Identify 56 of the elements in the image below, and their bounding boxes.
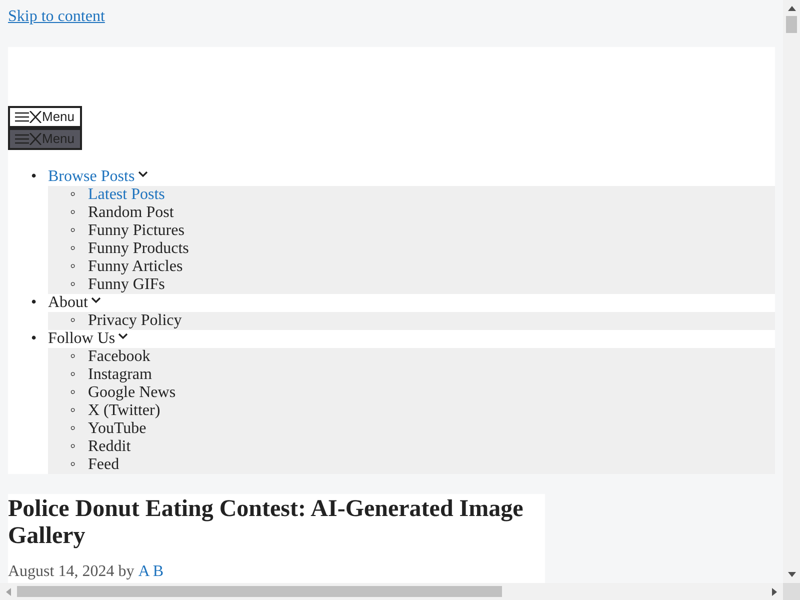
submenu-link[interactable]: Latest Posts [88,186,165,203]
submenu-link[interactable]: X (Twitter) [88,402,160,419]
chevron-down-icon [138,170,148,178]
post-date: August 14, 2024 [8,562,114,582]
bullet: ◦ [70,456,76,474]
submenu-link[interactable]: Funny Products [88,240,189,257]
bullet: • [31,330,37,348]
submenu-link[interactable]: Feed [88,456,120,473]
scrollbar-thumb[interactable] [786,16,797,33]
article-title: Police Donut Eating Contest: AI-Generated Image Gallery [8,496,524,550]
submenu-link[interactable]: Random Post [88,204,174,221]
bullet: ◦ [70,366,76,384]
chevron-down-icon [91,296,101,304]
bullet: • [31,168,37,186]
submenu-link[interactable]: Privacy Policy [88,312,182,329]
submenu-link[interactable]: Funny Articles [88,258,183,275]
bullet: ◦ [70,420,76,438]
menu-icon [15,111,29,123]
scroll-down-icon [788,572,796,577]
bullet: • [31,294,37,312]
bullet: ◦ [70,276,76,294]
scrollbar-thumb[interactable] [17,586,502,597]
submenu-link[interactable]: YouTube [88,420,146,437]
byline-label: by [118,562,134,582]
submenu-link[interactable]: Instagram [88,366,152,383]
submenu-link[interactable]: Reddit [88,438,131,455]
bullet: ◦ [70,348,76,366]
nav-link[interactable]: Follow Us [48,330,128,348]
nav-link[interactable]: About [48,294,101,312]
scrollbar-corner [783,583,800,600]
scroll-up-icon [788,6,796,11]
vertical-scrollbar[interactable] [783,0,800,583]
menu-button[interactable]: Menu [8,106,82,128]
bullet: ◦ [70,258,76,276]
close-icon [29,111,42,123]
bullet: ◦ [70,222,76,240]
chevron-down-icon [118,332,128,340]
horizontal-scrollbar[interactable] [0,583,783,600]
bullet: ◦ [70,402,76,420]
menu-icon [15,133,29,145]
bullet: ◦ [70,312,76,330]
submenu-link[interactable]: Facebook [88,348,150,365]
bullet: ◦ [70,384,76,402]
bullet: ◦ [70,240,76,258]
author-link[interactable]: A B [138,560,164,583]
submenu-link[interactable]: Funny GIFs [88,276,165,293]
scroll-left-icon [6,588,11,596]
close-icon [29,133,42,145]
nav-link[interactable]: Browse Posts [48,168,148,186]
bullet: ◦ [70,186,76,204]
submenu-link[interactable]: Google News [88,384,176,401]
bullet: ◦ [70,438,76,456]
skip-link[interactable]: Skip to content [8,7,105,27]
bullet: ◦ [70,204,76,222]
submenu-link[interactable]: Funny Pictures [88,222,184,239]
scroll-right-icon [772,588,777,596]
